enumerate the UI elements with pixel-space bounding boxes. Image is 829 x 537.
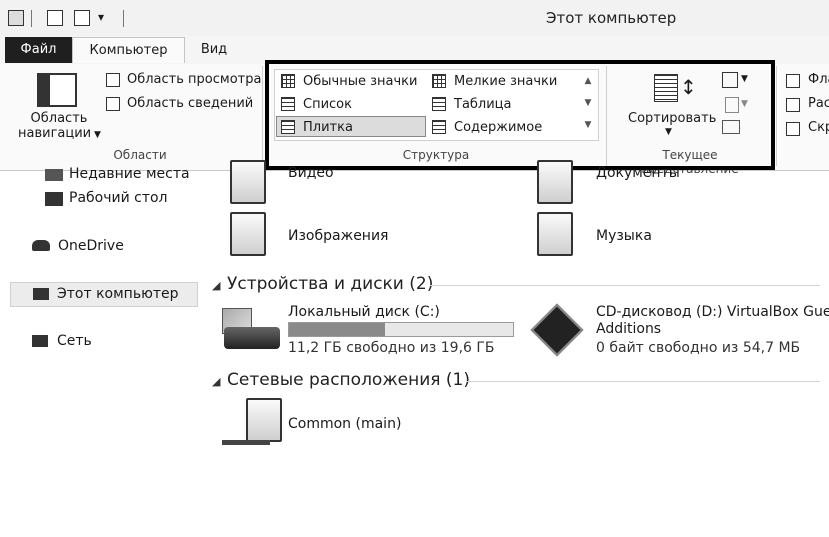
network-cable-icon	[222, 440, 270, 445]
devices-section-header[interactable]: Устройства и диски (2)	[227, 274, 433, 294]
collapse-network-icon[interactable]: ◢	[212, 375, 220, 388]
disk-usage-fill	[289, 323, 385, 336]
local-disk-icon	[224, 327, 280, 349]
documents-folder-icon	[537, 160, 573, 204]
navigation-pane-button[interactable]: Область	[24, 111, 94, 126]
file-extensions-checkbox[interactable]	[786, 98, 800, 112]
group-separator	[776, 66, 777, 166]
details-pane-icon	[106, 97, 120, 111]
network-icon	[32, 335, 48, 347]
video-folder-icon	[230, 160, 266, 204]
local-disk-free-space: 11,2 ГБ свободно из 19,6 ГБ	[288, 340, 495, 356]
nav-item-recent[interactable]: Недавние места	[69, 166, 190, 182]
navigation-pane-icon[interactable]	[37, 73, 77, 107]
cd-drive-name[interactable]: CD-дисковод (D:) VirtualBox Guest	[596, 304, 829, 320]
toolbar-separator	[123, 10, 124, 27]
preview-pane-button[interactable]: Область просмотра	[127, 72, 261, 87]
hidden-items-checkbox[interactable]	[786, 122, 800, 136]
section-divider	[466, 381, 820, 382]
highlight-frame	[265, 60, 775, 170]
toolbar-separator	[31, 10, 32, 27]
music-folder-icon	[537, 212, 573, 256]
cd-drive-name-cont[interactable]: Additions	[596, 321, 661, 337]
folder-documents[interactable]: Документы	[596, 165, 680, 181]
tab-computer[interactable]: Компьютер	[72, 37, 185, 63]
customize-quick-access-icon[interactable]: ▾	[98, 10, 104, 24]
window-title: Этот компьютер	[546, 9, 677, 27]
onedrive-cloud-icon	[32, 240, 50, 251]
preview-pane-icon	[106, 73, 120, 87]
computer-icon	[33, 288, 49, 300]
nav-item-network[interactable]: Сеть	[57, 333, 92, 349]
virtualbox-cd-icon	[530, 303, 584, 357]
section-divider	[430, 285, 820, 286]
recent-places-icon	[45, 169, 63, 181]
chevron-down-icon: ▼	[91, 130, 101, 140]
images-folder-icon	[230, 212, 266, 256]
new-folder-icon[interactable]	[74, 10, 90, 26]
network-section-header[interactable]: Сетевые расположения (1)	[227, 370, 470, 390]
item-checkboxes-checkbox[interactable]	[786, 74, 800, 88]
nav-item-onedrive[interactable]: OneDrive	[58, 238, 124, 254]
tab-file[interactable]: Файл	[5, 37, 72, 63]
nav-item-desktop[interactable]: Рабочий стол	[69, 190, 168, 206]
network-share-common[interactable]: Common (main)	[288, 416, 401, 432]
folder-video[interactable]: Видео	[288, 165, 334, 181]
panes-group-label: Области	[113, 148, 167, 162]
folder-images[interactable]: Изображения	[288, 228, 388, 244]
navigation-pane-button-label[interactable]: навигации ▼	[18, 126, 101, 141]
nav-item-this-pc[interactable]: Этот компьютер	[57, 286, 179, 302]
file-extensions-label: Рас	[808, 96, 829, 111]
tab-view[interactable]: Вид	[186, 37, 242, 63]
group-separator	[262, 66, 263, 166]
properties-icon[interactable]	[47, 10, 63, 26]
network-folder-icon	[246, 398, 282, 442]
navigation-pane	[0, 171, 200, 537]
details-pane-button[interactable]: Область сведений	[127, 96, 253, 111]
hidden-items-label: Скр	[808, 120, 829, 135]
local-disk-name[interactable]: Локальный диск (C:)	[288, 304, 440, 320]
title-bar	[0, 0, 829, 36]
item-checkboxes-label: Фла	[808, 72, 829, 87]
desktop-icon	[45, 192, 63, 206]
cd-drive-free-space: 0 байт свободно из 54,7 МБ	[596, 340, 801, 356]
computer-icon[interactable]	[8, 10, 24, 26]
collapse-devices-icon[interactable]: ◢	[212, 279, 220, 292]
folder-music[interactable]: Музыка	[596, 228, 652, 244]
